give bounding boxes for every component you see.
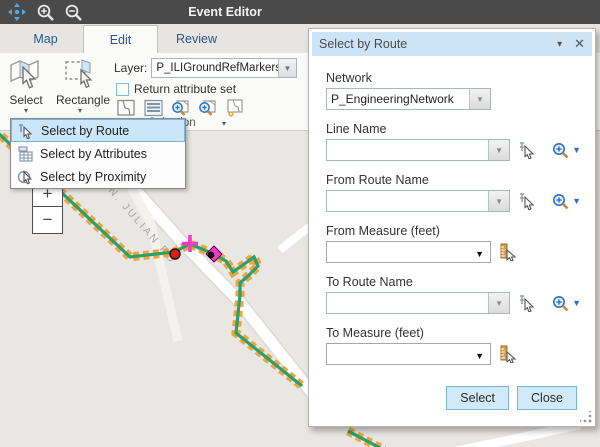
attributes-list-icon[interactable] bbox=[141, 97, 165, 119]
to-measure-dropdown[interactable]: ▼ bbox=[326, 343, 491, 365]
network-label: Network bbox=[326, 71, 581, 85]
line-zoom-icon[interactable] bbox=[552, 142, 569, 159]
line-zoom-caret-icon[interactable]: ▼ bbox=[572, 145, 581, 155]
from-measure-label: From Measure (feet) bbox=[326, 224, 581, 238]
selection-options-icon[interactable] bbox=[222, 97, 246, 119]
from-measure-dropdown[interactable]: ▼ bbox=[326, 241, 491, 263]
from-route-field: From Route Name ▼ bbox=[326, 173, 581, 212]
select-tool-label: Select bbox=[2, 93, 50, 107]
line-name-field: Line Name ▼ bbox=[326, 122, 581, 161]
from-measure-value bbox=[327, 242, 490, 262]
from-measure-field: From Measure (feet) ▼ bbox=[326, 224, 581, 263]
tab-map[interactable]: Map bbox=[8, 25, 83, 53]
line-name-dropdown-caret-icon[interactable]: ▼ bbox=[488, 140, 509, 160]
from-measure-on-map-icon[interactable] bbox=[499, 243, 517, 261]
map-zoom-out-button[interactable]: − bbox=[33, 207, 62, 233]
network-dropdown[interactable]: P_EngineeringNetwork ▼ bbox=[326, 88, 491, 110]
zoom-to-selection-icon[interactable] bbox=[168, 97, 192, 119]
menu-item-select-by-proximity[interactable]: Select by Proximity bbox=[11, 165, 185, 188]
panel-title-bar[interactable]: Select by Route ▾ ✕ bbox=[312, 32, 592, 56]
to-measure-on-map-icon[interactable] bbox=[499, 345, 517, 363]
zoom-in-icon[interactable] bbox=[34, 2, 56, 22]
rectangle-tool-button[interactable]: Rectangle ▾ bbox=[56, 56, 104, 115]
zoom-out-icon[interactable] bbox=[62, 2, 84, 22]
menu-item-label: Select by Attributes bbox=[40, 147, 147, 161]
to-route-zoom-caret-icon[interactable]: ▼ bbox=[572, 298, 581, 308]
close-button[interactable]: Close bbox=[517, 386, 577, 410]
menu-item-label: Select by Proximity bbox=[40, 170, 146, 184]
event-editor-window: N. JULIAN RD + − bbox=[0, 0, 600, 447]
to-route-dropdown[interactable]: ▼ bbox=[326, 292, 510, 314]
from-route-value bbox=[327, 191, 488, 211]
layer-dropdown-value: P_ILIGroundRefMarkers bbox=[152, 59, 277, 77]
menu-item-label: Select by Route bbox=[41, 124, 129, 138]
return-attribute-set-option[interactable]: Return attribute set bbox=[116, 82, 236, 96]
select-tool-dropdown-caret[interactable]: ▾ bbox=[2, 107, 50, 115]
to-measure-label: To Measure (feet) bbox=[326, 326, 581, 340]
rectangle-tool-label: Rectangle bbox=[56, 93, 104, 107]
line-name-label: Line Name bbox=[326, 122, 581, 136]
select-by-proximity-icon bbox=[15, 168, 35, 185]
app-header: Event Editor bbox=[0, 0, 600, 24]
panel-buttons: Select Close bbox=[326, 386, 581, 410]
from-measure-caret-icon[interactable]: ▼ bbox=[475, 249, 484, 259]
network-value: P_EngineeringNetwork bbox=[327, 89, 469, 109]
select-by-route-panel: Select by Route ▾ ✕ Network P_Engineerin… bbox=[308, 28, 596, 427]
layer-dropdown-caret-icon[interactable]: ▼ bbox=[278, 59, 297, 77]
pan-tool-icon[interactable] bbox=[6, 2, 28, 22]
line-name-value bbox=[327, 140, 488, 160]
menu-item-select-by-route[interactable]: Select by Route bbox=[11, 119, 185, 142]
return-attribute-set-label: Return attribute set bbox=[134, 82, 236, 96]
rectangle-tool-icon bbox=[56, 56, 104, 92]
select-dropdown-menu: Select by Route Select by Attributes Sel… bbox=[10, 118, 186, 189]
panel-title: Select by Route bbox=[319, 37, 557, 51]
to-measure-field: To Measure (feet) ▼ bbox=[326, 326, 581, 365]
from-route-zoom-icon[interactable] bbox=[552, 193, 569, 210]
to-measure-caret-icon[interactable]: ▼ bbox=[475, 351, 484, 361]
panel-menu-caret-icon[interactable]: ▾ bbox=[557, 39, 562, 50]
return-attribute-set-checkbox[interactable] bbox=[116, 83, 129, 96]
red-point-marker bbox=[170, 249, 180, 259]
zoom-to-feature-icon[interactable] bbox=[195, 97, 219, 119]
layer-label: Layer: bbox=[114, 61, 147, 75]
network-dropdown-caret-icon[interactable]: ▼ bbox=[469, 89, 490, 109]
to-route-label: To Route Name bbox=[326, 275, 581, 289]
tab-edit[interactable]: Edit bbox=[83, 25, 158, 53]
from-route-dropdown[interactable]: ▼ bbox=[326, 190, 510, 212]
panel-close-icon[interactable]: ✕ bbox=[574, 36, 585, 52]
network-field: Network P_EngineeringNetwork ▼ bbox=[326, 71, 581, 110]
from-route-zoom-caret-icon[interactable]: ▼ bbox=[572, 196, 581, 206]
to-route-select-on-map-icon[interactable] bbox=[518, 294, 536, 312]
select-tool-button[interactable]: Select ▾ bbox=[2, 56, 50, 115]
line-name-dropdown[interactable]: ▼ bbox=[326, 139, 510, 161]
tab-review[interactable]: Review bbox=[158, 25, 235, 53]
to-route-dropdown-caret-icon[interactable]: ▼ bbox=[488, 293, 509, 313]
panel-resize-grip[interactable] bbox=[580, 411, 592, 423]
to-route-field: To Route Name ▼ bbox=[326, 275, 581, 314]
from-route-label: From Route Name bbox=[326, 173, 581, 187]
app-title: Event Editor bbox=[170, 0, 280, 24]
from-route-select-on-map-icon[interactable] bbox=[518, 192, 536, 210]
select-features-icon[interactable] bbox=[114, 97, 138, 119]
to-route-zoom-icon[interactable] bbox=[552, 295, 569, 312]
from-route-dropdown-caret-icon[interactable]: ▼ bbox=[488, 191, 509, 211]
select-tool-icon bbox=[2, 56, 50, 92]
layer-dropdown[interactable]: P_ILIGroundRefMarkers ▼ bbox=[151, 58, 297, 78]
select-button[interactable]: Select bbox=[446, 386, 509, 410]
to-measure-value bbox=[327, 344, 490, 364]
panel-body: Network P_EngineeringNetwork ▼ Line Name… bbox=[309, 59, 595, 426]
rectangle-tool-dropdown-caret[interactable]: ▾ bbox=[56, 107, 104, 115]
to-route-value bbox=[327, 293, 488, 313]
menu-item-select-by-attributes[interactable]: Select by Attributes bbox=[11, 142, 185, 165]
line-select-on-map-icon[interactable] bbox=[518, 141, 536, 159]
select-by-attributes-icon bbox=[15, 145, 35, 162]
select-by-route-icon bbox=[16, 122, 36, 139]
